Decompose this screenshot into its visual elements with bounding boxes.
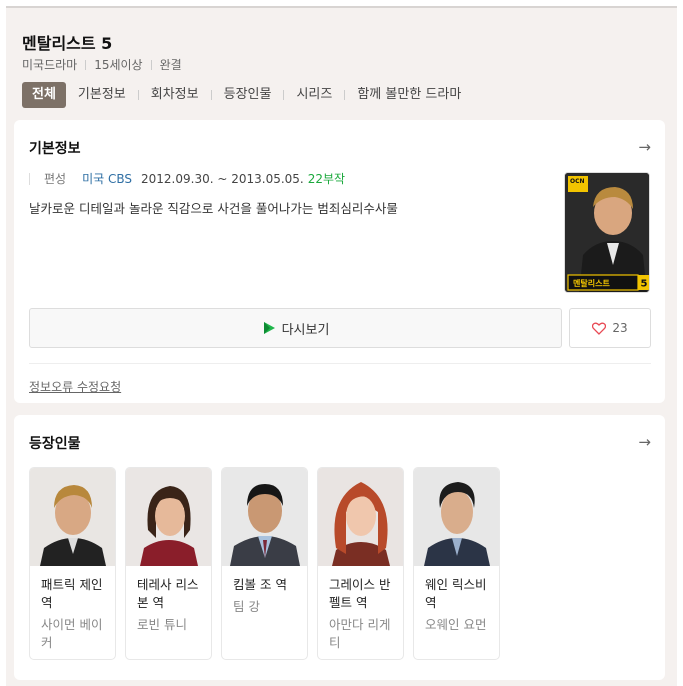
poster-image[interactable]: OCN 멘탈리스트 5: [564, 172, 650, 293]
cast-photo: [222, 468, 307, 566]
page-title: 멘탈리스트 5: [22, 34, 113, 53]
drama-panel: 멘탈리스트 5 미국드라마 15세이상 완결 전체 기본정보 회차정보 등장인물…: [6, 6, 677, 686]
episode-count[interactable]: 22부작: [308, 170, 345, 187]
show-meta: 미국드라마 15세이상 완결: [22, 56, 182, 73]
cast-role: 테레사 리스본 역: [137, 577, 199, 610]
cast-member-card[interactable]: 테레사 리스본 역 로빈 튜니: [125, 467, 212, 660]
meta-divider: [150, 59, 152, 70]
svg-text:5: 5: [641, 279, 648, 290]
broadcast-label: 편성: [44, 172, 67, 186]
cast-list: 패트릭 제인 역 사이먼 베이커 테레사 리스본 역 로빈 튜니 킴볼 조 역 …: [29, 467, 509, 660]
cast-photo: [30, 468, 115, 566]
cast-actor: 팀 강: [233, 599, 260, 614]
like-count: 23: [612, 321, 628, 335]
play-icon: [263, 322, 275, 334]
basic-info-card: 기본정보 → 편성 미국 CBS 2012.09.30. ~ 2013.05.0…: [14, 120, 665, 403]
cast-member-card[interactable]: 그레이스 반 펠트 역 아만다 리게티: [317, 467, 404, 660]
tab-all[interactable]: 전체: [22, 82, 66, 108]
cast-actor: 사이먼 베이커: [41, 617, 103, 650]
svg-text:OCN: OCN: [570, 178, 585, 185]
meta-status: 완결: [159, 58, 182, 72]
cast-role: 그레이스 반 펠트 역: [329, 577, 391, 610]
like-button[interactable]: 23: [569, 308, 651, 348]
cast-role: 패트릭 제인 역: [41, 577, 103, 610]
synopsis: 날카로운 디테일과 놀라운 직감으로 사건을 풀어나가는 범죄심리수사물: [29, 201, 398, 216]
cast-member-card[interactable]: 웨인 릭스비 역 오웨인 요먼: [413, 467, 500, 660]
tab-cast[interactable]: 등장인물: [212, 82, 284, 108]
divider: [29, 363, 651, 364]
meta-divider: [85, 59, 87, 70]
arrow-right-icon[interactable]: →: [638, 138, 651, 156]
broadcast-info: 편성 미국 CBS 2012.09.30. ~ 2013.05.05. 22부작: [29, 170, 345, 187]
network-link[interactable]: 미국 CBS: [82, 170, 132, 187]
cast-actor: 오웨인 요먼: [425, 617, 487, 632]
cast-actor: 로빈 튜니: [137, 617, 187, 632]
tab-episodes[interactable]: 회차정보: [139, 82, 211, 108]
info-divider: [29, 172, 30, 185]
report-error-link[interactable]: 정보오류 수정요청: [29, 378, 121, 395]
cast-member-card[interactable]: 패트릭 제인 역 사이먼 베이커: [29, 467, 116, 660]
cast-member-card[interactable]: 킴볼 조 역 팀 강: [221, 467, 308, 660]
arrow-right-icon[interactable]: →: [638, 433, 651, 451]
meta-genre: 미국드라마: [22, 58, 78, 72]
cast-role: 킴볼 조 역: [233, 577, 287, 592]
meta-rating: 15세이상: [94, 58, 143, 72]
air-dates: 2012.09.30. ~ 2013.05.05.: [141, 171, 304, 186]
cast-heading: 등장인물: [29, 436, 81, 452]
ocn-logo-icon: OCN: [568, 176, 588, 192]
watch-label: 다시보기: [281, 322, 330, 338]
tab-bar: 전체 기본정보 회차정보 등장인물 시리즈 함께 볼만한 드라마: [22, 82, 473, 108]
cast-role: 웨인 릭스비 역: [425, 577, 487, 610]
tab-basic-info[interactable]: 기본정보: [66, 82, 138, 108]
tab-series[interactable]: 시리즈: [284, 82, 344, 108]
cast-photo: [126, 468, 211, 566]
svg-text:멘탈리스트: 멘탈리스트: [573, 278, 610, 288]
cast-actor: 아만다 리게티: [329, 617, 391, 650]
heart-icon: [592, 322, 607, 335]
watch-replay-button[interactable]: 다시보기: [29, 308, 562, 348]
cast-photo: [414, 468, 499, 566]
cast-photo: [318, 468, 403, 566]
tab-related[interactable]: 함께 볼만한 드라마: [345, 82, 473, 108]
basic-info-heading: 기본정보: [29, 141, 81, 157]
cast-card: 등장인물 → 패트릭 제인 역 사이먼 베이커 테레사 리스본 역 로빈 튜니 …: [14, 415, 665, 680]
